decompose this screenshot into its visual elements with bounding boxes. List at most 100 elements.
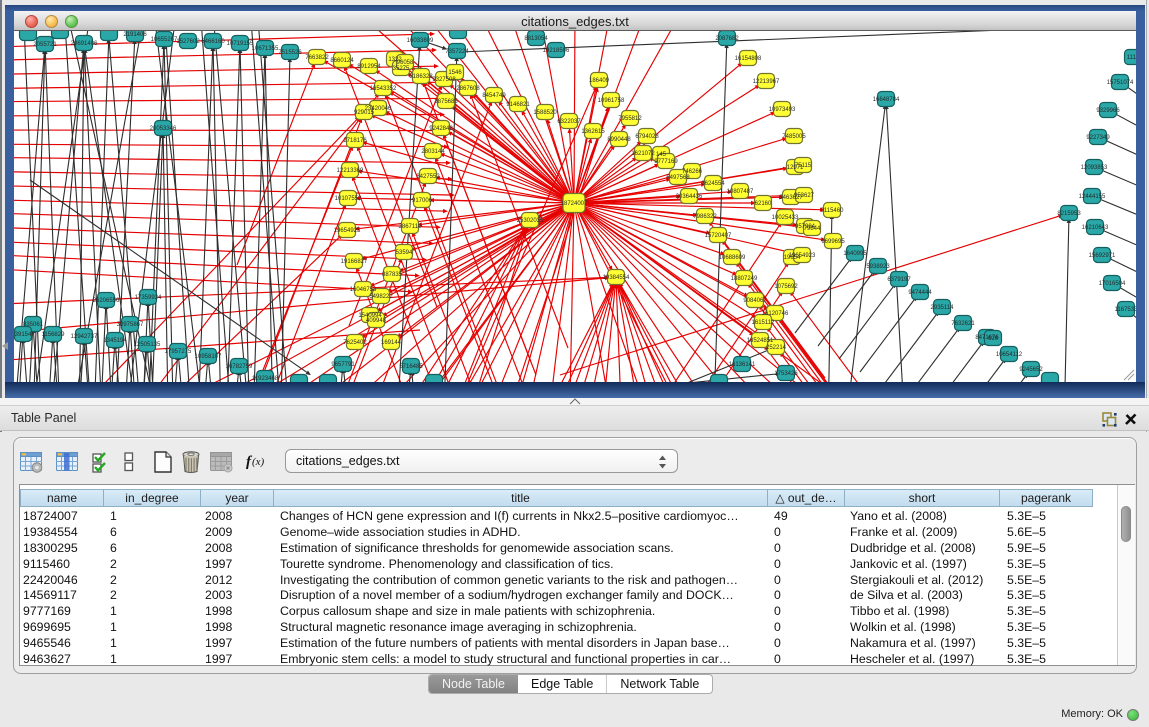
svg-text:8660124: 8660124 [330,58,354,64]
svg-text:2191406: 2191406 [123,32,147,38]
svg-text:9115460: 9115460 [821,208,845,214]
svg-text:409948: 409948 [366,318,387,324]
svg-text:8427552: 8427552 [416,174,440,180]
svg-text:7485005: 7485005 [782,134,806,140]
svg-text:7515526: 7515526 [278,50,302,56]
svg-text:5938923: 5938923 [866,264,890,270]
svg-text:1167533: 1167533 [1115,307,1136,313]
svg-text:2055721: 2055721 [33,42,57,48]
svg-text:252214: 252214 [766,345,787,351]
svg-text:12213967: 12213967 [753,79,780,85]
svg-text:16033809: 16033809 [407,38,434,44]
svg-text:1546: 1546 [448,70,462,76]
svg-text:15751074: 15751074 [1107,80,1134,86]
svg-text:5716485: 5716485 [399,364,423,370]
svg-text:9474444: 9474444 [908,290,932,296]
svg-text:16543352: 16543352 [370,86,397,92]
svg-text:16154808: 16154808 [735,56,762,62]
svg-text:8912954: 8912954 [357,64,381,70]
svg-text:35275: 35275 [393,66,410,72]
svg-text:26206556: 26206556 [93,298,120,304]
svg-text:953627: 953627 [794,193,815,199]
svg-text:1362615: 1362615 [581,129,605,135]
svg-text:18524851: 18524851 [747,338,774,344]
svg-text:15720407: 15720407 [705,233,732,239]
svg-text:16782759: 16782759 [226,364,253,370]
svg-text:9327508: 9327508 [432,77,456,83]
svg-text:(x): (x) [252,456,265,468]
svg-text:12213369: 12213369 [337,168,364,174]
svg-text:3624554: 3624554 [701,181,725,187]
svg-text:12505135: 12505135 [134,342,161,348]
svg-text:8990448: 8990448 [607,137,631,143]
svg-text:6794028: 6794028 [635,134,659,140]
svg-text:19384554: 19384554 [603,275,630,281]
svg-text:17359924: 17359924 [135,295,162,301]
svg-text:19166827: 19166827 [341,259,368,265]
svg-text:1640995: 1640995 [843,251,867,257]
svg-text:1615112: 1615112 [752,320,776,326]
svg-text:25302035: 25302035 [517,218,544,224]
svg-text:10961758: 10961758 [598,98,625,104]
svg-text:1075692: 1075692 [774,284,798,290]
svg-text:9657791: 9657791 [331,362,355,368]
svg-text:887835: 887835 [382,272,403,278]
svg-text:6322037: 6322037 [557,119,581,125]
svg-text:3875685: 3875685 [434,99,458,105]
svg-text:9245652: 9245652 [1019,367,1043,373]
svg-text:79844: 79844 [804,226,821,232]
svg-text:12942737: 12942737 [71,334,98,340]
svg-text:1588520: 1588520 [533,110,557,116]
svg-text:1345194: 1345194 [103,338,127,344]
svg-text:2718176: 2718176 [343,138,367,144]
svg-text:17016504: 17016504 [1099,281,1126,287]
svg-text:7663822: 7663822 [305,55,329,61]
svg-text:10025433: 10025433 [772,215,799,221]
svg-text:10107552: 10107552 [335,196,362,202]
svg-text:53594: 53594 [396,250,413,256]
svg-text:2087682: 2087682 [715,36,739,42]
svg-text:145: 145 [656,152,667,158]
svg-text:6466160: 6466160 [201,39,225,45]
svg-text:626: 626 [988,336,999,342]
svg-text:1621072: 1621072 [631,151,655,157]
svg-text:75115: 75115 [795,163,812,169]
svg-text:9329966: 9329966 [1096,108,1120,114]
svg-text:18807249: 18807249 [731,276,758,282]
svg-text:3867110: 3867110 [399,224,423,230]
svg-text:15692971: 15692971 [1089,253,1116,259]
svg-text:7357224: 7357224 [445,49,469,55]
svg-text:19654923: 19654923 [789,253,816,259]
svg-text:16120746: 16120746 [762,311,789,317]
svg-text:2803144: 2803144 [421,149,445,155]
svg-text:7625402: 7625402 [343,340,367,346]
svg-text:20691406: 20691406 [71,41,98,47]
svg-text:169144: 169144 [381,340,402,346]
svg-text:9699695: 9699695 [821,239,845,245]
svg-text:12093853: 12093853 [1081,165,1108,171]
svg-text:9777169: 9777169 [654,159,678,165]
svg-text:10688609: 10688609 [719,255,746,261]
svg-text:12444155: 12444155 [1079,194,1106,200]
svg-text:10654112: 10654112 [996,352,1023,358]
svg-text:6497568: 6497568 [666,175,690,181]
svg-text:917006: 917006 [412,198,433,204]
svg-text:62160: 62160 [755,201,772,207]
svg-text:7986322: 7986322 [693,214,717,220]
svg-text:1112: 1112 [1127,55,1136,61]
svg-text:16210643: 16210643 [1082,225,1109,231]
svg-text:10671355: 10671355 [252,46,279,52]
svg-text:2935114: 2935114 [931,305,955,311]
svg-text:9146821: 9146821 [506,102,530,108]
svg-text:96058: 96058 [397,60,414,66]
svg-text:10807487: 10807487 [727,189,754,195]
svg-text:10973493: 10973493 [769,107,796,113]
svg-text:1753426: 1753426 [774,371,798,377]
svg-text:20053346: 20053346 [150,126,177,132]
svg-text:8454749: 8454749 [482,93,506,99]
svg-text:929015: 929015 [354,110,375,116]
svg-text:39154: 39154 [15,332,32,338]
svg-text:8215953: 8215953 [1057,211,1081,217]
svg-text:16136141: 16136141 [729,362,756,368]
svg-text:8813054: 8813054 [524,36,548,42]
